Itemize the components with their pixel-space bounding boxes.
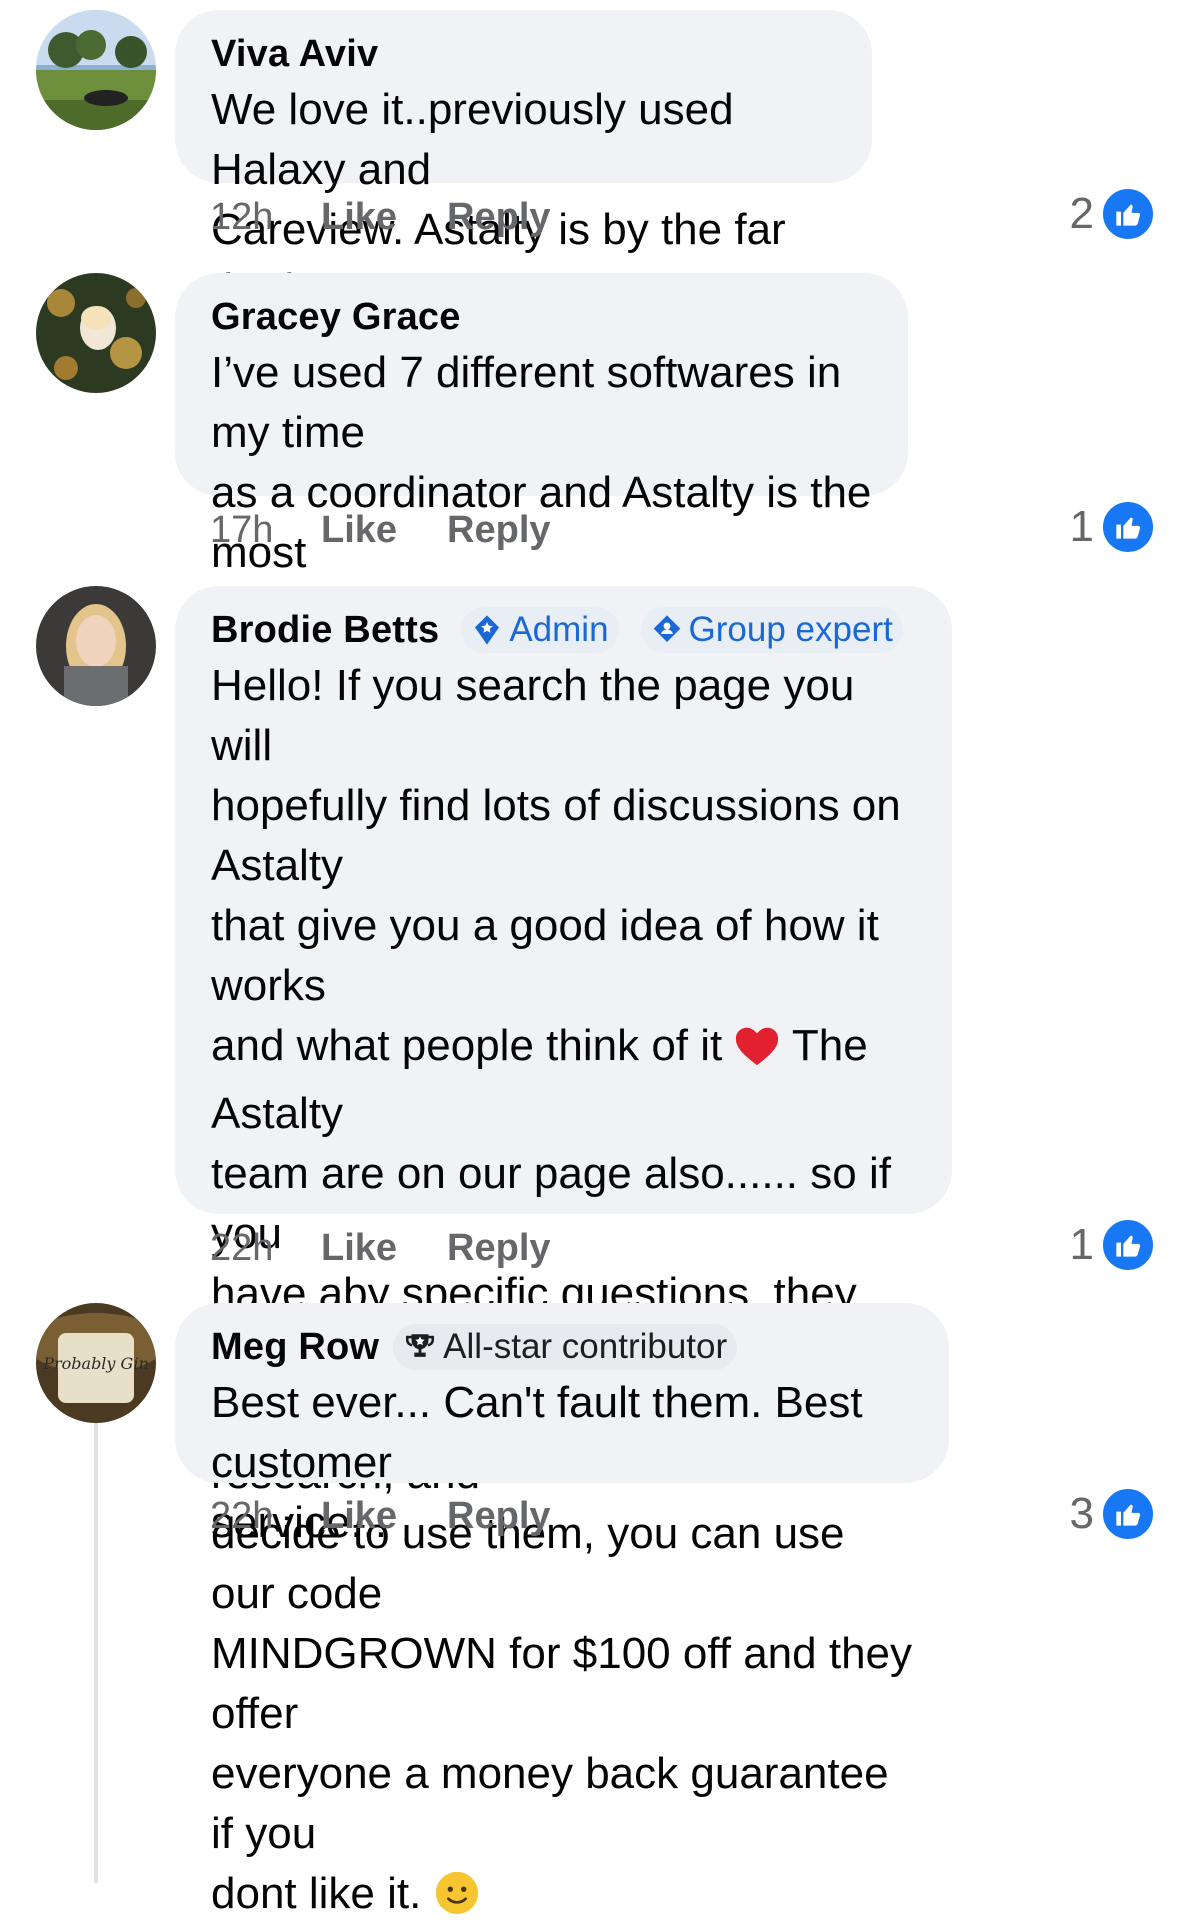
reaction-summary[interactable]: 1	[1070, 1217, 1156, 1273]
group-expert-icon	[653, 615, 680, 642]
like-button[interactable]: Like	[321, 196, 397, 239]
reaction-summary[interactable]: 1	[1070, 499, 1156, 555]
timestamp[interactable]: 12h	[210, 196, 305, 239]
avatar[interactable]	[36, 273, 156, 393]
reaction-count: 1	[1069, 502, 1094, 551]
timestamp[interactable]: 17h	[210, 509, 305, 552]
timestamp[interactable]: 22h	[210, 1495, 305, 1538]
admin-badge-label: Admin	[509, 610, 609, 649]
profile-photo-icon: Probably Gin	[36, 1303, 156, 1423]
comment-text: Hello! If you search the page you will h…	[211, 656, 916, 1932]
reaction-count: 1	[1069, 1220, 1094, 1269]
like-button[interactable]: Like	[321, 509, 397, 552]
mug-text: Probably Gin	[42, 1354, 149, 1373]
comment-bubble: Brodie Betts Admin Group expert Hello! I…	[175, 586, 952, 1918]
reaction-summary[interactable]: 2	[1070, 186, 1156, 242]
reply-button[interactable]: Reply	[447, 196, 550, 239]
like-button[interactable]: Like	[321, 1227, 397, 1270]
avatar[interactable]	[36, 10, 156, 130]
like-icon	[1100, 1486, 1156, 1542]
reaction-count: 2	[1069, 189, 1094, 238]
reply-button[interactable]: Reply	[447, 509, 550, 552]
reaction-count: 3	[1069, 1489, 1094, 1538]
like-icon	[1100, 1217, 1156, 1273]
avatar[interactable]	[36, 586, 156, 706]
like-icon	[1100, 186, 1156, 242]
comment-bubble: Gracey Grace I’ve used 7 different softw…	[175, 273, 908, 637]
profile-photo-icon	[36, 273, 156, 393]
comment-actions: 12h Like Reply	[210, 196, 551, 239]
like-icon	[1100, 499, 1156, 555]
author-name[interactable]: Brodie Betts	[211, 609, 439, 652]
like-button[interactable]: Like	[321, 1495, 397, 1538]
thread-line	[94, 1422, 98, 1883]
admin-badge[interactable]: Admin	[461, 607, 619, 653]
timestamp[interactable]: 22h	[210, 1227, 305, 1270]
author-name[interactable]: Gracey Grace	[211, 296, 461, 339]
smiling-face-emoji	[434, 1870, 480, 1932]
red-heart-emoji	[734, 1024, 780, 1084]
author-name[interactable]: Meg Row	[211, 1326, 379, 1369]
comment-actions: 17h Like Reply	[210, 509, 551, 552]
reaction-summary[interactable]: 3	[1070, 1486, 1156, 1542]
author-name[interactable]: Viva Aviv	[211, 33, 378, 76]
all-star-badge[interactable]: All-star contributor	[393, 1324, 738, 1370]
avatar[interactable]: Probably Gin	[36, 1303, 156, 1423]
comment-actions: 22h Like Reply	[210, 1227, 551, 1270]
profile-photo-icon	[36, 586, 156, 706]
all-star-badge-label: All-star contributor	[443, 1327, 728, 1366]
reply-button[interactable]: Reply	[447, 1227, 550, 1270]
comment-text-part: Hello! If you search the page you will h…	[211, 661, 901, 1070]
comment-actions: 22h Like Reply	[210, 1495, 551, 1538]
admin-shield-icon	[475, 615, 500, 645]
trophy-icon	[406, 1334, 435, 1357]
reply-button[interactable]: Reply	[447, 1495, 550, 1538]
comment-bubble: Viva Aviv We love it..previously used Ha…	[175, 10, 872, 314]
comment-bubble: Meg Row All-star contributor Best ever..…	[175, 1303, 949, 1547]
group-expert-badge[interactable]: Group expert	[640, 607, 903, 653]
group-expert-badge-label: Group expert	[688, 610, 893, 649]
profile-photo-icon	[36, 10, 156, 130]
